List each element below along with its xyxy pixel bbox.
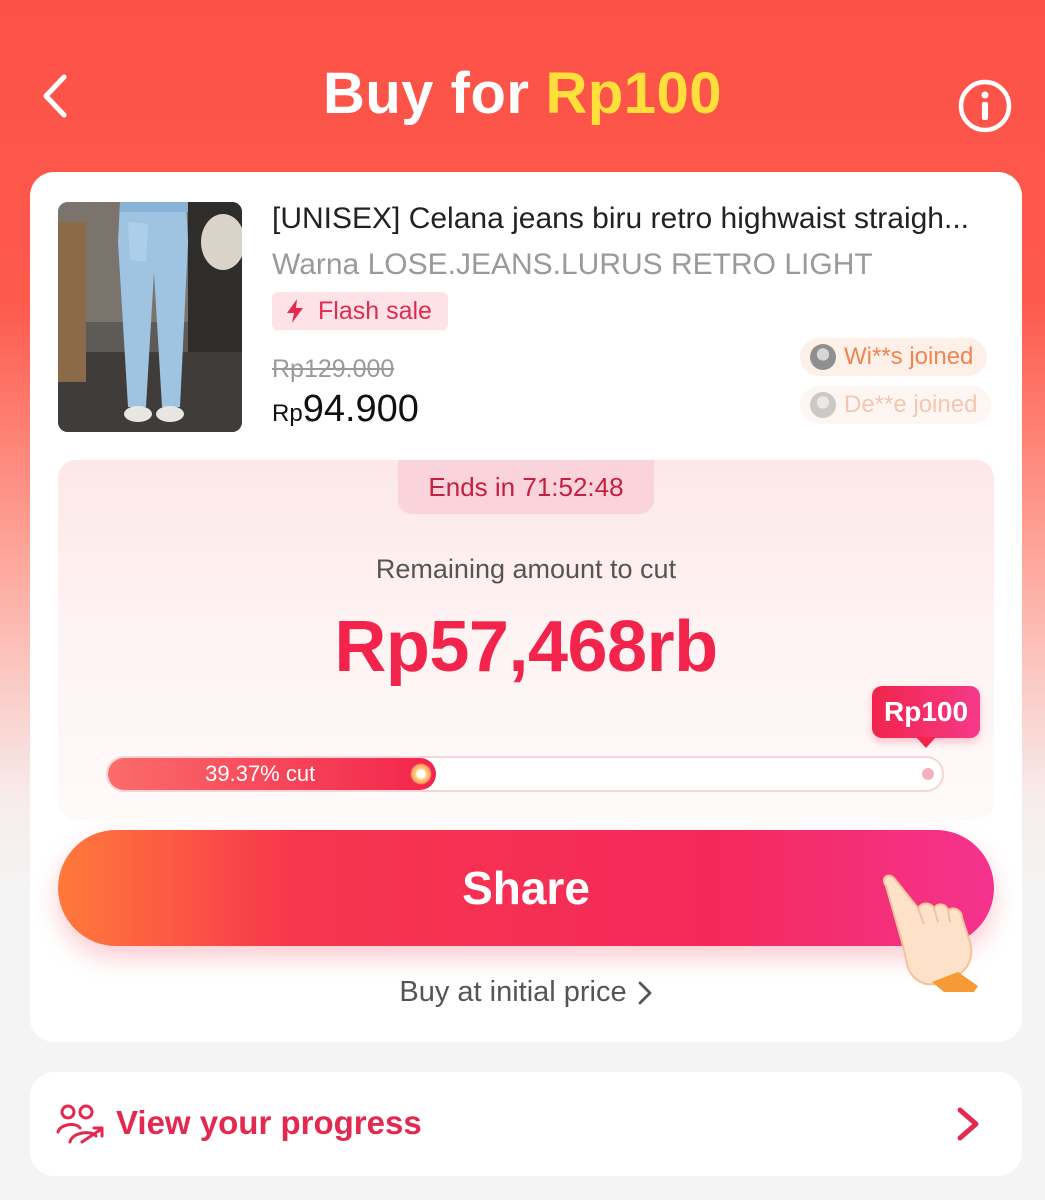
flash-sale-badge: Flash sale [272, 292, 448, 330]
lightning-icon [287, 299, 303, 323]
cut-progress-label: 39.37% cut [205, 761, 316, 786]
price-amount: 94.900 [302, 388, 419, 430]
title-price: Rp100 [545, 61, 723, 126]
joined-text: Wi**s joined [844, 343, 974, 370]
buy-initial-label: Buy at initial price [399, 976, 627, 1008]
remaining-label: Remaining amount to cut [375, 554, 677, 584]
product-variant: Warna LOSE.JEANS.LURUS RETRO LIGHT [272, 248, 873, 281]
flash-sale-label: Flash sale [318, 296, 432, 325]
info-icon[interactable] [955, 76, 1015, 136]
people-progress-icon [56, 1104, 104, 1144]
avatar [810, 392, 836, 418]
target-price-tag: Rp100 [872, 686, 981, 748]
title-prefix: Buy for [322, 61, 530, 126]
cut-panel: Ends in 71:52:48 Remaining amount to cut… [58, 460, 994, 820]
chevron-right-icon [638, 981, 652, 1004]
joined-badge: De**e joined [800, 386, 992, 424]
cut-progress-bar: 39.37% cut [106, 756, 944, 792]
pointing-hand-icon [882, 874, 978, 992]
price-currency: Rp [272, 400, 303, 427]
product-image[interactable] [58, 202, 242, 432]
countdown-timer: Ends in 71:52:48 [398, 460, 654, 514]
view-progress-row[interactable]: View your progress [30, 1072, 1022, 1176]
share-label: Share [462, 862, 590, 914]
original-price: Rp129.000 [272, 355, 395, 383]
joined-text: De**e joined [844, 391, 978, 418]
page-title: Buy for Rp100 [0, 60, 1045, 127]
progress-end-dot [922, 768, 934, 780]
buy-initial-price-link[interactable]: Buy at initial price [30, 976, 1022, 1009]
product-card: [UNISEX] Celana jeans biru retro highwai… [30, 172, 1022, 1042]
joined-badge: Wi**s joined [800, 338, 988, 376]
product-title[interactable]: [UNISEX] Celana jeans biru retro highwai… [272, 202, 992, 236]
remaining-amount: Rp57,468rb [334, 607, 718, 687]
avatar [810, 344, 836, 370]
view-progress-label: View your progress [116, 1104, 422, 1141]
share-button[interactable]: Share [58, 830, 994, 946]
progress-glow-dot [410, 763, 433, 785]
cut-progress-fill: 39.37% cut [108, 758, 437, 790]
current-price: Rp94.900 [272, 388, 419, 431]
chevron-right-icon [957, 1107, 979, 1141]
header: Buy for Rp100 [0, 0, 1045, 180]
